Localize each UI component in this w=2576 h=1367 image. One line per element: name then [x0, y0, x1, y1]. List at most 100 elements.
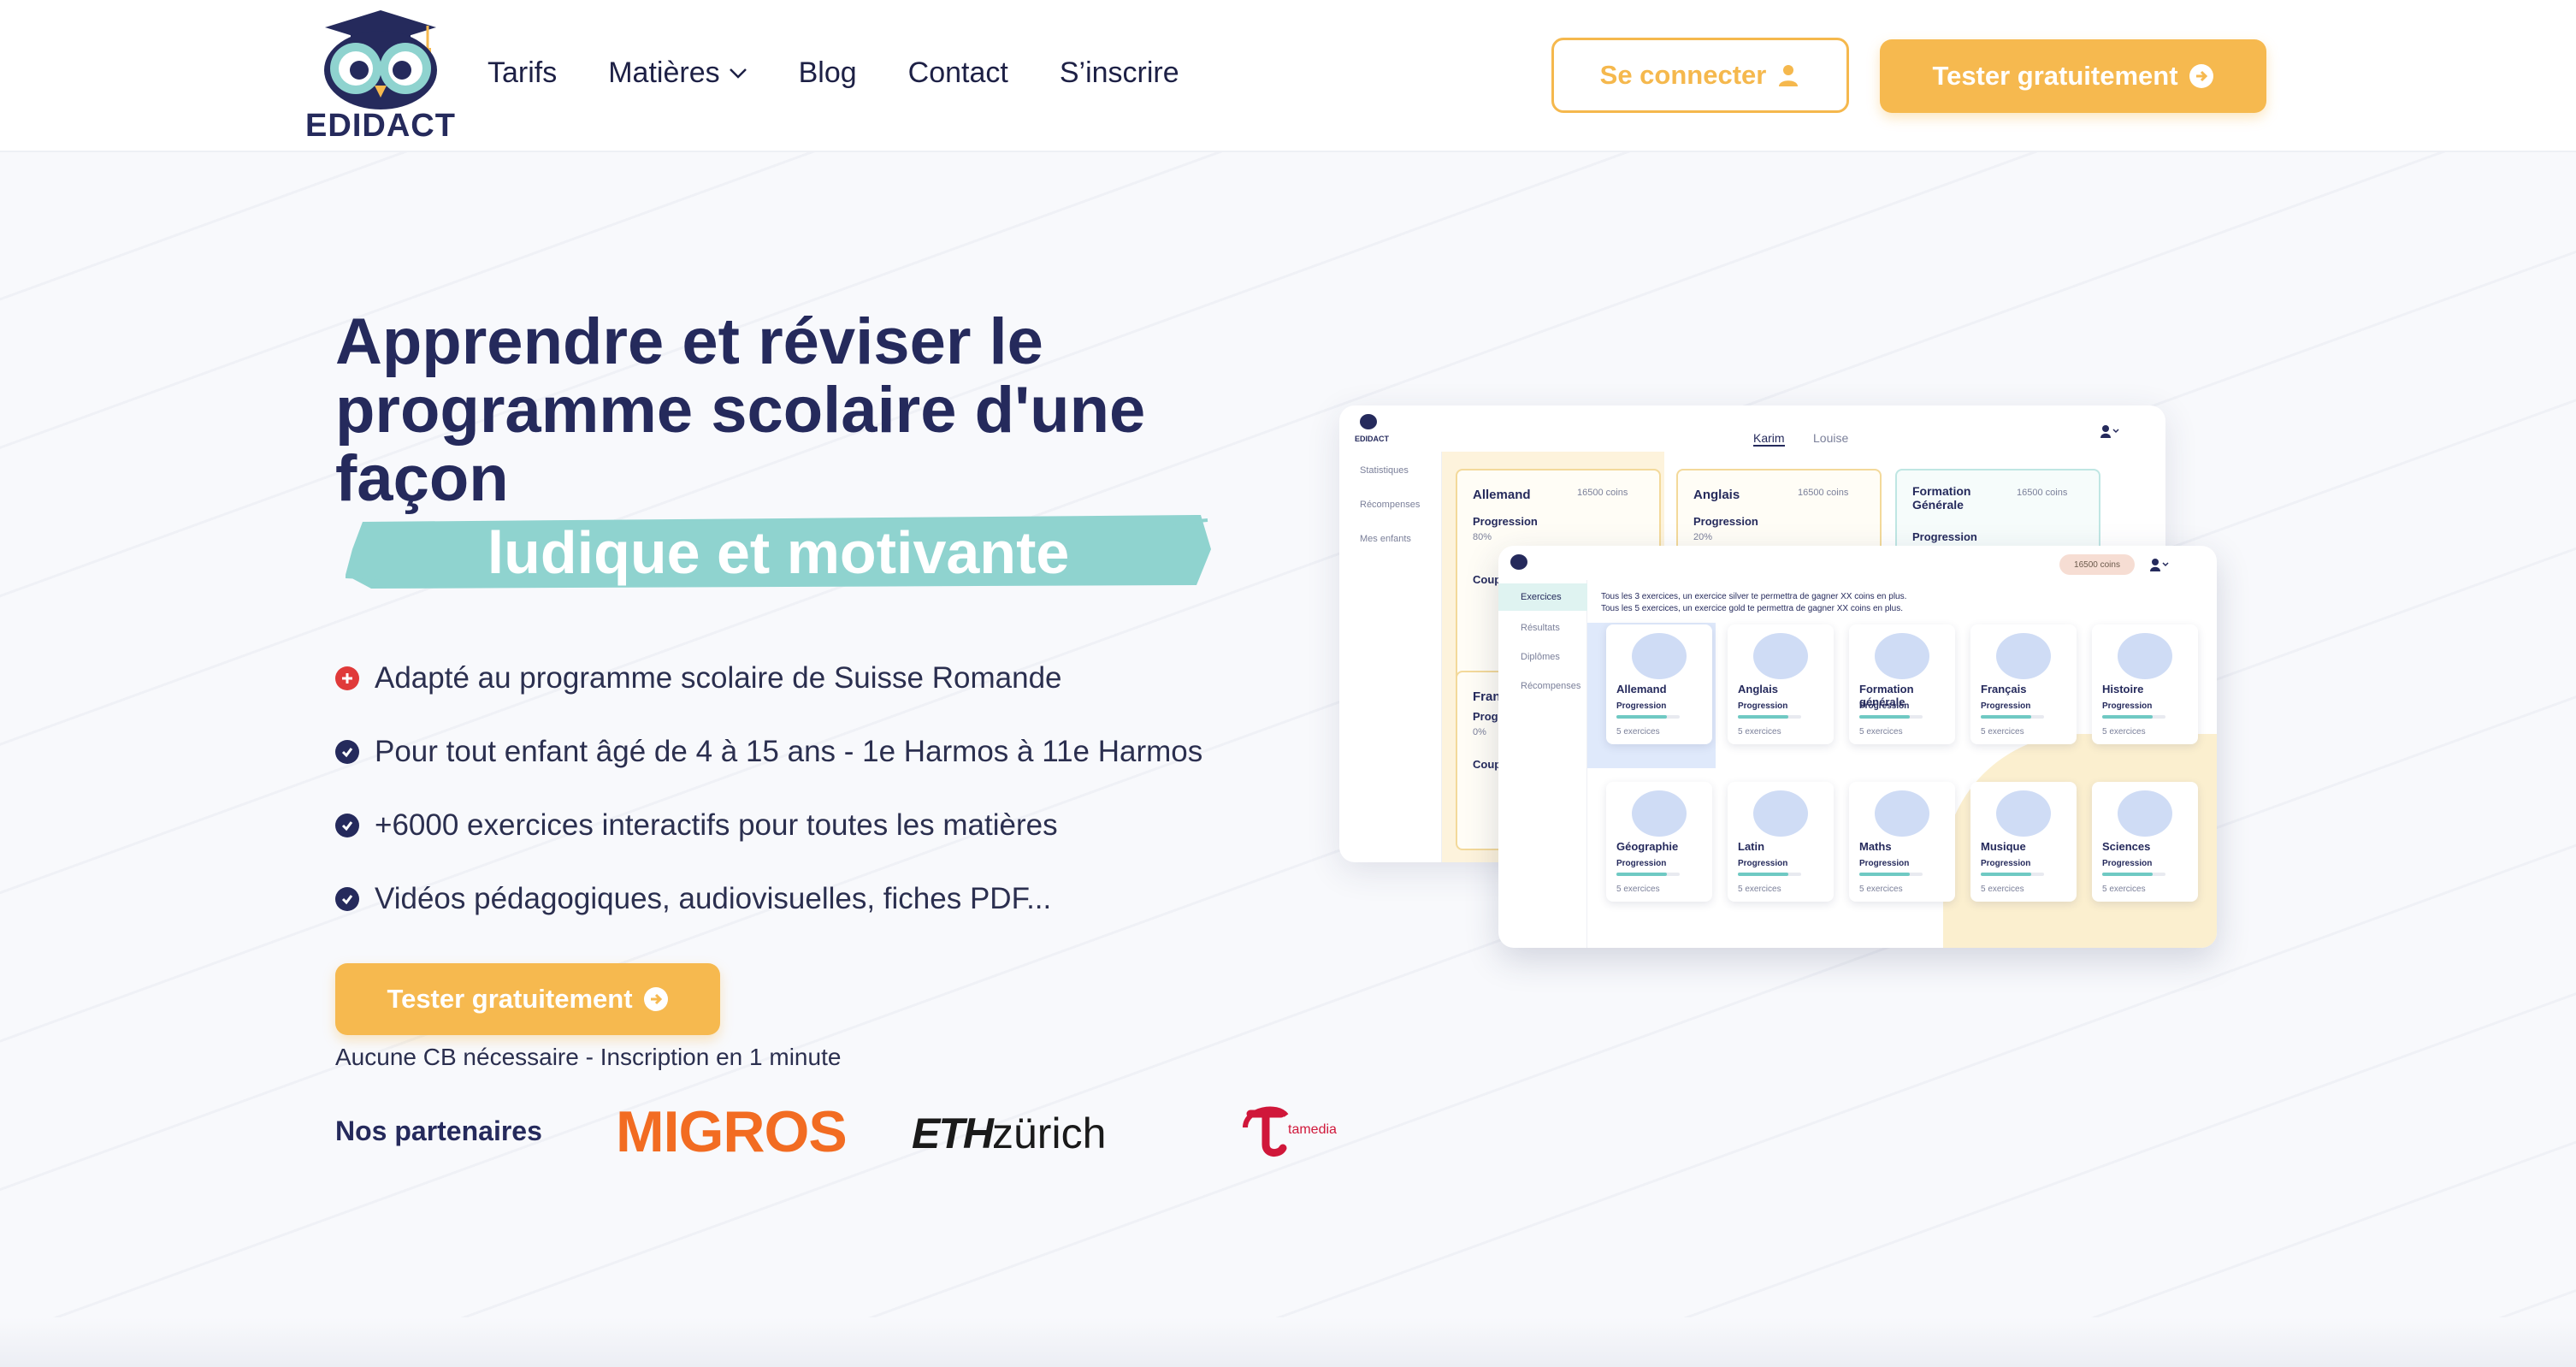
progress-bar: [1859, 715, 1923, 719]
menu-recompenses[interactable]: Récompenses: [1521, 681, 1580, 691]
top-navbar: EDIDACT Tarifs Matières Blog Contact S’i…: [0, 0, 2576, 152]
progress-bar: [1738, 873, 1801, 876]
card-progress-label: Progression: [1473, 515, 1538, 528]
card-coins: 16500 coins: [1798, 488, 1849, 498]
subject-card[interactable]: Formation générale Progression 5 exercices: [1849, 624, 1955, 744]
coins-badge: 16500 coins: [2059, 554, 2135, 575]
subject-name: Français: [1981, 683, 2027, 695]
subject-illustration-icon: [1753, 633, 1808, 679]
subject-name: Allemand: [1616, 683, 1667, 695]
feature-item: Pour tout enfant âgé de 4 à 15 ans - 1e …: [335, 715, 1202, 789]
subject-card[interactable]: Latin Progression 5 exercices: [1728, 782, 1834, 902]
feature-item: Adapté au programme scolaire de Suisse R…: [335, 642, 1202, 715]
nav-link-sinscrire[interactable]: S’inscrire: [1060, 56, 1179, 90]
subject-card[interactable]: Français Progression 5 exercices: [1970, 624, 2077, 744]
progress-label: Progression: [1738, 701, 1788, 711]
progress-bar: [2102, 873, 2165, 876]
progress-bar: [1738, 715, 1801, 719]
menu-statistiques[interactable]: Statistiques: [1360, 465, 1409, 476]
subject-name: Latin: [1738, 840, 1765, 853]
nav-link-contact[interactable]: Contact: [908, 56, 1008, 90]
subject-card[interactable]: Anglais Progression 5 exercices: [1728, 624, 1834, 744]
header-trial-button[interactable]: Tester gratuitement: [1880, 39, 2266, 113]
owl-logo-icon: [1360, 414, 1377, 429]
nav-dropdown-matieres[interactable]: Matières: [608, 56, 747, 90]
plus-circle-icon: [335, 666, 359, 690]
card-partial-text: 0%: [1473, 727, 1486, 737]
zurich-logo-text: zürich: [992, 1110, 1107, 1157]
user-icon: [1779, 65, 1799, 86]
subject-illustration-icon: [1875, 633, 1929, 679]
tab-louise[interactable]: Louise: [1813, 431, 1848, 445]
feature-text: +6000 exercices interactifs pour toutes …: [375, 808, 1058, 842]
partners-label: Nos partenaires: [335, 1115, 542, 1146]
account-icon[interactable]: [2100, 424, 2119, 438]
card-partial-text: Prog: [1473, 710, 1498, 723]
chevron-down-icon: [729, 68, 747, 79]
brand-name: EDIDACT: [305, 108, 456, 144]
owl-logo-icon: [1510, 554, 1527, 570]
subject-illustration-icon: [1996, 790, 2051, 837]
progress-bar: [1859, 873, 1923, 876]
subject-name: Géographie: [1616, 840, 1679, 853]
subject-card[interactable]: Maths Progression 5 exercices: [1849, 782, 1955, 902]
subject-name: Musique: [1981, 840, 2026, 853]
info-line: Tous les 3 exercices, un exercice silver…: [1601, 592, 1907, 601]
exercise-count: 5 exercices: [1738, 727, 1781, 737]
exercise-count: 5 exercices: [1981, 885, 2024, 894]
exercise-count: 5 exercices: [2102, 727, 2146, 737]
nav-link-tarifs[interactable]: Tarifs: [487, 56, 557, 90]
menu-exercices[interactable]: Exercices: [1498, 583, 1587, 611]
subject-card[interactable]: Histoire Progression 5 exercices: [2092, 624, 2198, 744]
subject-card[interactable]: Formation Générale 16500 coins Progressi…: [1895, 469, 2100, 554]
card-progress-label: Progression: [1693, 515, 1758, 528]
hero-trial-button[interactable]: Tester gratuitement: [335, 963, 720, 1035]
card-progress-label: Progression: [1912, 530, 1977, 543]
mock-sidebar: Exercices Résultats Diplômes Récompenses: [1498, 580, 1587, 948]
arrow-circle-right-icon: [643, 987, 668, 1011]
coins-badge-text: 16500 coins: [2074, 559, 2120, 570]
subject-name: Maths: [1859, 840, 1892, 853]
subject-illustration-icon: [1632, 790, 1687, 837]
card-title: Anglais: [1693, 488, 1740, 502]
hero-title: Apprendre et réviser le programme scolai…: [335, 305, 1146, 515]
subject-card[interactable]: Allemand Progression 5 exercices: [1606, 624, 1712, 744]
subject-card[interactable]: Musique Progression 5 exercices: [1970, 782, 2077, 902]
exercise-count: 5 exercices: [1616, 727, 1660, 737]
subject-card[interactable]: Géographie Progression 5 exercices: [1606, 782, 1712, 902]
nav-link-blog[interactable]: Blog: [799, 56, 857, 90]
progress-label: Progression: [1616, 859, 1667, 868]
progress-label: Progression: [1859, 859, 1910, 868]
mock-sidebar: Statistiques Récompenses Mes enfants: [1339, 452, 1442, 862]
progress-bar: [1616, 873, 1680, 876]
nav-link-matieres-label: Matières: [608, 56, 720, 89]
feature-text: Vidéos pédagogiques, audiovisuelles, fic…: [375, 882, 1052, 915]
progress-label: Progression: [1981, 701, 2031, 711]
menu-diplomes[interactable]: Diplômes: [1521, 652, 1560, 662]
feature-text: Adapté au programme scolaire de Suisse R…: [375, 661, 1062, 695]
progress-bar: [2102, 715, 2165, 719]
account-icon[interactable]: [2150, 558, 2169, 576]
exercise-count: 5 exercices: [1738, 885, 1781, 894]
child-exercises-mockup: 16500 coins Exercices Résultats Diplômes…: [1498, 546, 2217, 948]
migros-logo: MIGROS: [616, 1099, 848, 1164]
card-partial-text: Coup: [1473, 758, 1502, 771]
login-button-label: Se connecter: [1599, 60, 1767, 90]
info-line: Tous les 5 exercices, un exercice gold t…: [1601, 604, 1903, 613]
menu-mes-enfants[interactable]: Mes enfants: [1360, 534, 1411, 544]
eth-zurich-logo: ETHzürich: [912, 1109, 1106, 1158]
subject-card[interactable]: Sciences Progression 5 exercices: [2092, 782, 2198, 902]
tab-karim[interactable]: Karim: [1753, 431, 1785, 447]
menu-recompenses[interactable]: Récompenses: [1360, 500, 1420, 510]
subject-card[interactable]: Anglais 16500 coins Progression 20%: [1676, 469, 1882, 554]
subject-illustration-icon: [2118, 790, 2172, 837]
subject-illustration-icon: [1753, 790, 1808, 837]
menu-resultats[interactable]: Résultats: [1521, 623, 1560, 633]
signup-note: Aucune CB nécessaire - Inscription en 1 …: [335, 1044, 842, 1070]
exercise-count: 5 exercices: [2102, 885, 2146, 894]
exercise-count: 5 exercices: [1616, 885, 1660, 894]
progress-label: Progression: [1859, 701, 1910, 711]
mock-logo-text: EDIDACT: [1355, 435, 1389, 443]
progress-label: Progression: [1981, 859, 2031, 868]
login-button[interactable]: Se connecter: [1551, 38, 1849, 113]
